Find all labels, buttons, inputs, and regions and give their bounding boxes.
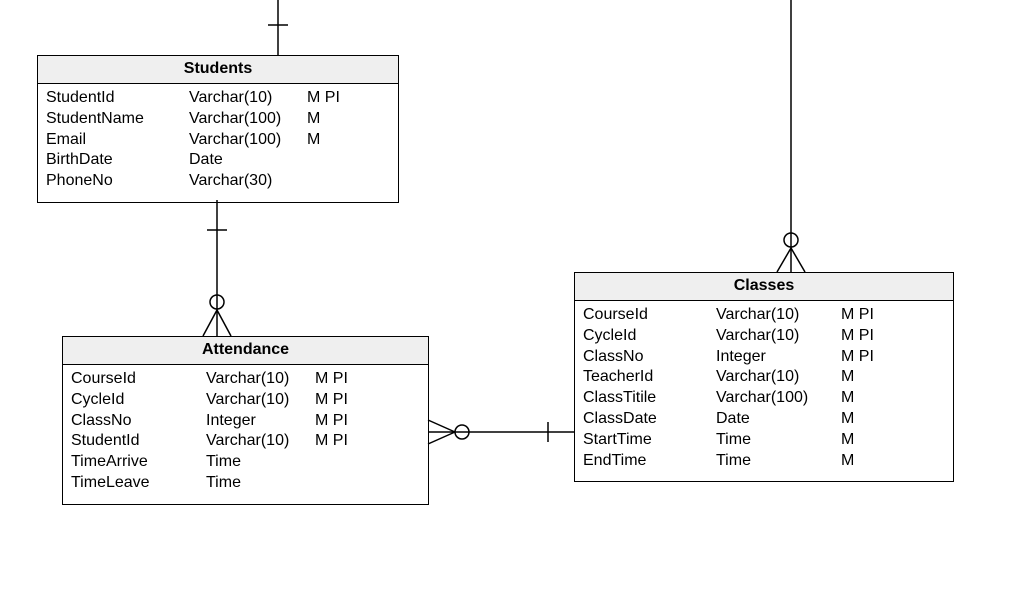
table-row: StudentName Varchar(100) M: [46, 109, 390, 130]
table-row: ClassTitile Varchar(100) M: [583, 388, 945, 409]
col-type: Time: [206, 452, 315, 473]
col-name: TimeLeave: [71, 473, 206, 494]
entity-attendance-body: CourseId Varchar(10) M PI CycleId Varcha…: [63, 365, 428, 504]
table-row: CycleId Varchar(10) M PI: [583, 326, 945, 347]
table-row: ClassNo Integer M PI: [583, 347, 945, 368]
col-flag: M: [841, 430, 854, 451]
col-type: Time: [716, 430, 841, 451]
col-name: CourseId: [71, 369, 206, 390]
col-name: EndTime: [583, 451, 716, 472]
entity-classes-body: CourseId Varchar(10) M PI CycleId Varcha…: [575, 301, 953, 481]
table-row: CycleId Varchar(10) M PI: [71, 390, 420, 411]
col-flag: M: [841, 409, 854, 430]
col-name: ClassNo: [71, 411, 206, 432]
table-row: ClassNo Integer M PI: [71, 411, 420, 432]
col-type: Varchar(100): [716, 388, 841, 409]
col-flag: M PI: [315, 411, 348, 432]
table-row: PhoneNo Varchar(30): [46, 171, 390, 192]
table-row: BirthDate Date: [46, 150, 390, 171]
table-row: StudentId Varchar(10) M PI: [71, 431, 420, 452]
col-type: Date: [716, 409, 841, 430]
col-flag: M PI: [841, 326, 874, 347]
col-flag: M: [841, 388, 854, 409]
entity-students-title: Students: [38, 56, 398, 84]
col-flag: M: [841, 451, 854, 472]
col-flag: M PI: [841, 305, 874, 326]
col-name: TimeArrive: [71, 452, 206, 473]
col-type: Varchar(30): [189, 171, 307, 192]
col-flag: M PI: [315, 431, 348, 452]
entity-students-body: StudentId Varchar(10) M PI StudentName V…: [38, 84, 398, 202]
col-type: Integer: [716, 347, 841, 368]
col-name: CycleId: [71, 390, 206, 411]
col-name: ClassTitile: [583, 388, 716, 409]
col-flag: M: [307, 109, 320, 130]
col-name: StudentId: [46, 88, 189, 109]
col-type: Varchar(10): [716, 326, 841, 347]
entity-classes-title: Classes: [575, 273, 953, 301]
col-flag: M PI: [315, 369, 348, 390]
col-type: Time: [206, 473, 315, 494]
entity-students: Students StudentId Varchar(10) M PI Stud…: [37, 55, 399, 203]
col-flag: M PI: [841, 347, 874, 368]
col-flag: M PI: [307, 88, 340, 109]
table-row: CourseId Varchar(10) M PI: [583, 305, 945, 326]
col-type: Varchar(100): [189, 130, 307, 151]
col-type: Varchar(10): [716, 305, 841, 326]
col-type: Varchar(100): [189, 109, 307, 130]
col-flag: M: [307, 130, 320, 151]
col-type: Varchar(10): [716, 367, 841, 388]
col-type: Varchar(10): [206, 431, 315, 452]
table-row: StartTime Time M: [583, 430, 945, 451]
col-type: Varchar(10): [206, 390, 315, 411]
col-type: Varchar(10): [206, 369, 315, 390]
entity-attendance-title: Attendance: [63, 337, 428, 365]
table-row: TimeArrive Time: [71, 452, 420, 473]
table-row: TimeLeave Time: [71, 473, 420, 494]
col-type: Date: [189, 150, 307, 171]
col-name: Email: [46, 130, 189, 151]
col-flag: M: [841, 367, 854, 388]
table-row: EndTime Time M: [583, 451, 945, 472]
col-type: Varchar(10): [189, 88, 307, 109]
col-name: CourseId: [583, 305, 716, 326]
col-name: BirthDate: [46, 150, 189, 171]
col-type: Time: [716, 451, 841, 472]
col-name: ClassNo: [583, 347, 716, 368]
col-name: StartTime: [583, 430, 716, 451]
col-flag: M PI: [315, 390, 348, 411]
table-row: StudentId Varchar(10) M PI: [46, 88, 390, 109]
col-name: StudentName: [46, 109, 189, 130]
col-type: Integer: [206, 411, 315, 432]
table-row: TeacherId Varchar(10) M: [583, 367, 945, 388]
col-name: ClassDate: [583, 409, 716, 430]
col-name: StudentId: [71, 431, 206, 452]
table-row: Email Varchar(100) M: [46, 130, 390, 151]
entity-attendance: Attendance CourseId Varchar(10) M PI Cyc…: [62, 336, 429, 505]
table-row: ClassDate Date M: [583, 409, 945, 430]
col-name: PhoneNo: [46, 171, 189, 192]
col-name: TeacherId: [583, 367, 716, 388]
table-row: CourseId Varchar(10) M PI: [71, 369, 420, 390]
col-name: CycleId: [583, 326, 716, 347]
entity-classes: Classes CourseId Varchar(10) M PI CycleI…: [574, 272, 954, 482]
